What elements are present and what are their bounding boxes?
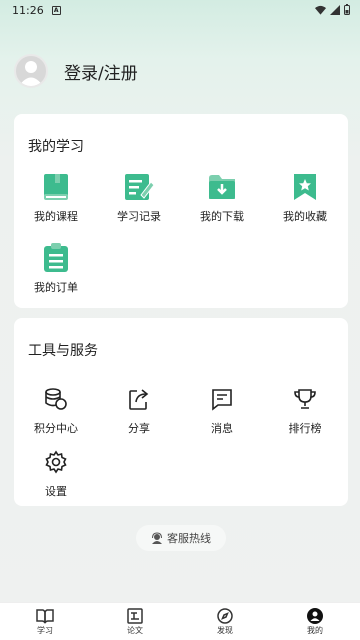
coins-icon: [41, 384, 71, 414]
tab-papers[interactable]: 论文: [90, 603, 180, 640]
status-bar: 11:26 A: [0, 0, 360, 20]
item-label: 设置: [45, 485, 67, 498]
tab-study[interactable]: 学习: [0, 603, 90, 640]
order-clipboard-icon: [41, 243, 71, 273]
login-row[interactable]: 登录/注册: [14, 54, 138, 88]
item-label: 我的课程: [34, 210, 78, 223]
item-label: 我的下载: [200, 210, 244, 223]
bookmark-star-icon: [290, 172, 320, 202]
messages-item[interactable]: 消息: [180, 384, 264, 436]
points-center-item[interactable]: 积分中心: [14, 384, 98, 436]
item-label: 排行榜: [288, 422, 322, 435]
profile-icon: [307, 607, 323, 624]
login-register-link[interactable]: 登录/注册: [64, 59, 138, 84]
notification-icon: A: [51, 5, 61, 15]
book-icon: [41, 172, 71, 202]
tab-discover[interactable]: 发现: [180, 603, 270, 640]
tab-label: 我的: [307, 625, 323, 635]
battery-icon: [344, 4, 350, 15]
status-time: 11:26: [12, 3, 44, 17]
hotline-label: 客服热线: [167, 532, 211, 545]
share-item[interactable]: 分享: [97, 384, 181, 436]
item-label: 积分中心: [34, 422, 78, 435]
status-icons: [315, 4, 350, 15]
item-label: 分享: [128, 422, 150, 435]
leaderboard-item[interactable]: 排行榜: [263, 384, 347, 436]
my-study-card: 我的学习 我的课程 学习记录 我的下载 我的收藏 我的订单: [14, 114, 348, 308]
open-book-icon: [36, 608, 54, 623]
my-favorites-item[interactable]: 我的收藏: [263, 172, 347, 224]
gear-icon: [41, 447, 71, 477]
item-label: 学习记录: [117, 210, 161, 223]
settings-item[interactable]: 设置: [14, 447, 98, 499]
item-label: 我的收藏: [283, 210, 327, 223]
tab-mine[interactable]: 我的: [270, 603, 360, 640]
trophy-icon: [290, 384, 320, 414]
compass-icon: [217, 607, 233, 624]
avatar[interactable]: [14, 54, 48, 88]
download-folder-icon: [207, 172, 237, 202]
tools-services-title: 工具与服务: [28, 343, 98, 359]
wifi-icon: [315, 5, 326, 15]
my-courses-item[interactable]: 我的课程: [14, 172, 98, 224]
my-orders-item[interactable]: 我的订单: [14, 243, 98, 295]
tab-label: 论文: [127, 625, 143, 635]
tab-label: 发现: [217, 625, 233, 635]
message-icon: [207, 384, 237, 414]
tools-services-card: 工具与服务 积分中心 分享 消息 排行榜 设置: [14, 318, 348, 506]
document-icon: [127, 607, 143, 624]
my-study-title: 我的学习: [28, 139, 84, 155]
share-icon: [124, 384, 154, 414]
study-record-item[interactable]: 学习记录: [97, 172, 181, 224]
default-avatar-icon: [19, 61, 43, 86]
headset-icon: [152, 532, 162, 544]
edit-note-icon: [124, 172, 154, 202]
item-label: 我的订单: [34, 281, 78, 294]
bottom-tab-bar: 学习 论文 发现 我的: [0, 602, 360, 640]
item-label: 消息: [211, 422, 233, 435]
tab-label: 学习: [37, 625, 53, 635]
signal-icon: [330, 4, 340, 15]
my-downloads-item[interactable]: 我的下载: [180, 172, 264, 224]
customer-hotline-button[interactable]: 客服热线: [136, 525, 226, 551]
